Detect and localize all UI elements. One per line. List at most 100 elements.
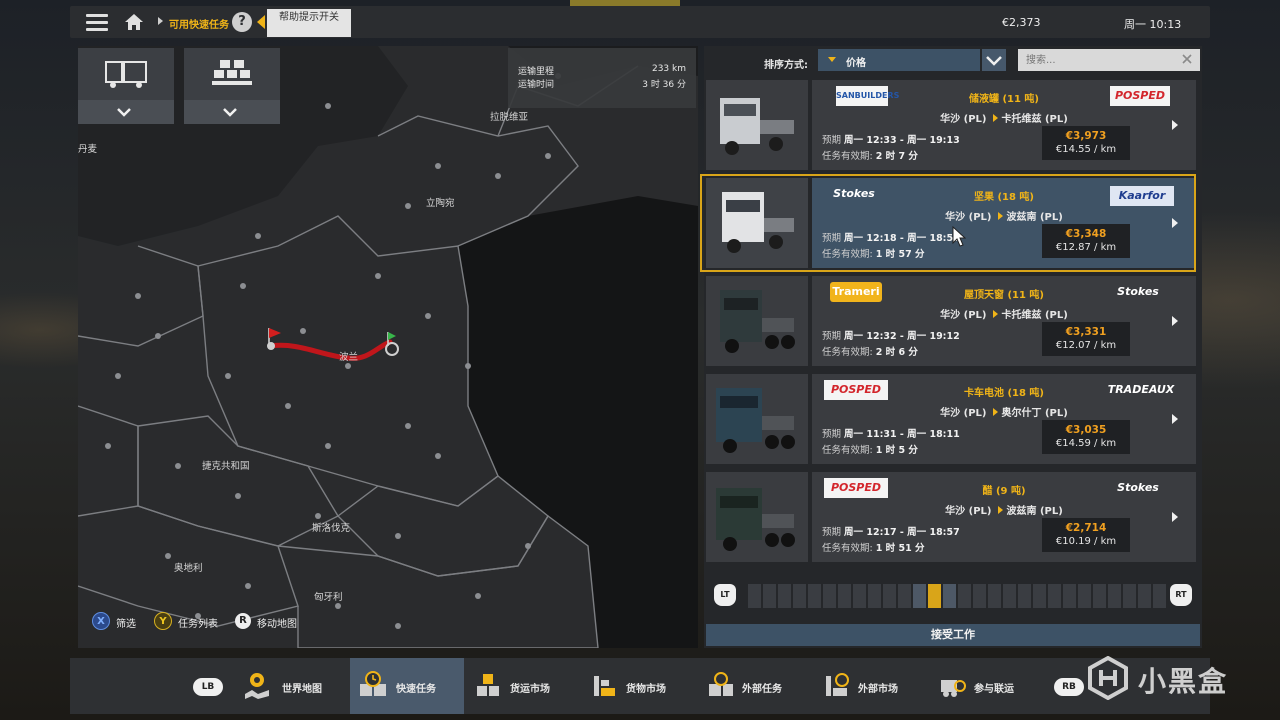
page-cell[interactable] [898, 584, 911, 608]
page-cell[interactable] [868, 584, 881, 608]
distance-label: 运输里程 [518, 67, 555, 77]
sort-dropdown-button[interactable] [982, 49, 1006, 71]
chevron-right-icon[interactable] [1172, 512, 1178, 522]
page-cell[interactable] [778, 584, 791, 608]
payment-box: €3,973 €14.55 / km [1042, 126, 1130, 160]
page-cell[interactable] [1003, 584, 1016, 608]
revenue-per-km: €14.55 / km [1055, 144, 1117, 155]
tab-external-jobs[interactable]: 外部任务 [702, 658, 812, 714]
chevron-right-icon[interactable] [1172, 218, 1178, 228]
origin-city: 华沙 (PL) [940, 310, 987, 321]
world-map[interactable]: 运输里程 233 km 运输时间 3 时 36 分 拉脱维亚 立陶宛 波兰 捷克共和… [78, 46, 698, 648]
validity-row: 任务有效期: 2 时 7 分 [822, 148, 918, 162]
page-cell[interactable] [823, 584, 836, 608]
tab-label: 货运市场 [510, 684, 550, 695]
tab-cargo-market[interactable]: 货物市场 [586, 658, 696, 714]
validity-row: 任务有效期: 1 时 5 分 [822, 442, 918, 456]
page-cell[interactable] [913, 584, 926, 608]
page-cell[interactable] [1153, 584, 1166, 608]
validity-label: 任务有效期: [822, 347, 873, 358]
page-cell[interactable] [973, 584, 986, 608]
job-item[interactable]: Trameri Stokes 屋顶天窗 (11 吨) 华沙 (PL) 卡托维兹 (… [704, 274, 1196, 368]
page-cell[interactable] [853, 584, 866, 608]
rb-button[interactable]: RB [1054, 678, 1084, 696]
page-cell[interactable] [1093, 584, 1106, 608]
revenue-per-km: €12.07 / km [1055, 340, 1117, 351]
help-icon[interactable]: ? [232, 12, 252, 32]
page-cell[interactable] [808, 584, 821, 608]
page-cell[interactable] [883, 584, 896, 608]
y-button[interactable]: Y [154, 612, 172, 630]
tab-external-market[interactable]: 外部市场 [818, 658, 928, 714]
route-info-panel: 运输里程 233 km 运输时间 3 时 36 分 [508, 48, 696, 108]
cargo-filter-dropdown[interactable] [184, 100, 280, 124]
cargo-name: 卡车电池 (18 吨) [963, 388, 1045, 399]
x-button[interactable]: X [92, 612, 110, 630]
truck-thumbnail [706, 374, 808, 464]
page-cell[interactable] [748, 584, 761, 608]
page-cell[interactable] [943, 584, 956, 608]
page-cell[interactable] [838, 584, 851, 608]
map-canvas[interactable] [78, 46, 698, 648]
route-arrow-icon [997, 506, 1003, 514]
chevron-right-icon[interactable] [1172, 316, 1178, 326]
page-cell[interactable] [793, 584, 806, 608]
sort-label: 排序方式: [764, 60, 808, 71]
validity-label: 任务有效期: [822, 249, 873, 260]
job-item-selected[interactable]: Stokes Kaarfor 坚果 (18 吨) 华沙 (PL) 波兹南 (PL)… [700, 174, 1196, 272]
page-cell[interactable] [1033, 584, 1046, 608]
r-button[interactable]: R [235, 613, 251, 629]
menu-icon[interactable] [86, 14, 108, 31]
page-cell[interactable] [763, 584, 776, 608]
chevron-down-icon [223, 108, 237, 117]
pallet-icon [212, 60, 252, 85]
route-end-marker[interactable] [385, 332, 399, 356]
tab-label: 参与联运 [974, 684, 1014, 695]
page-cell[interactable] [1138, 584, 1151, 608]
bottom-nav-bar: LB 世界地图 快速任务 货运市场 货物市场 外部任务 外部市场 参与联运 RB [70, 658, 1210, 714]
page-cell[interactable] [1018, 584, 1031, 608]
chevron-right-icon[interactable] [1172, 414, 1178, 424]
job-item[interactable]: SANBUILDERS POSPED 储液罐 (11 吨) 华沙 (PL) 卡托维… [704, 78, 1196, 172]
breadcrumb-chevron-icon [158, 17, 163, 25]
chevron-down-icon [986, 56, 1002, 66]
truck-filter-button[interactable] [78, 48, 174, 124]
job-item[interactable]: POSPED TRADEAUX 卡车电池 (18 吨) 华沙 (PL) 奥尔什丁 … [704, 372, 1196, 466]
page-cell-current[interactable] [928, 584, 941, 608]
truck-thumbnail [706, 80, 808, 170]
tab-freight-market[interactable]: 货运市场 [470, 658, 580, 714]
accept-job-button[interactable]: 接受工作 [706, 624, 1200, 646]
tab-world-map[interactable]: 世界地图 [236, 658, 346, 714]
cargo-filter-button[interactable] [184, 48, 280, 124]
chevron-right-icon[interactable] [1172, 120, 1178, 130]
validity-label: 任务有效期: [822, 445, 873, 456]
route-cities: 华沙 (PL) 奥尔什丁 (PL) [812, 404, 1196, 419]
lb-button[interactable]: LB [193, 678, 223, 696]
eta-label: 预期 [822, 527, 842, 538]
page-cell[interactable] [1123, 584, 1136, 608]
cargo-name: 屋顶天窗 (11 吨) [963, 290, 1045, 301]
sort-select[interactable]: 价格 [818, 49, 980, 71]
clear-search-icon[interactable] [1180, 52, 1194, 66]
page-cell[interactable] [1063, 584, 1076, 608]
page-cell[interactable] [1078, 584, 1091, 608]
validity-value: 2 时 7 分 [875, 151, 918, 162]
page-cell[interactable] [958, 584, 971, 608]
page-cell[interactable] [1048, 584, 1061, 608]
truck-filter-dropdown[interactable] [78, 100, 174, 124]
country-label-austria: 奥地利 [174, 563, 203, 574]
job-item[interactable]: POSPED Stokes 醋 (9 吨) 华沙 (PL) 波兹南 (PL) 预期… [704, 470, 1196, 564]
home-icon[interactable] [124, 13, 144, 31]
route-arrow-icon [992, 408, 998, 416]
search-input[interactable] [1018, 49, 1200, 71]
origin-city: 华沙 (PL) [945, 212, 992, 223]
page-cell[interactable] [988, 584, 1001, 608]
tab-quick-jobs[interactable]: 快速任务 [350, 658, 464, 714]
job-list-panel: 排序方式: 价格 SANBUILDERS POSPED 储液罐 (11 吨) 华… [700, 46, 1202, 648]
country-label-denmark: 丹麦 [78, 144, 98, 155]
rt-button[interactable]: RT [1170, 584, 1192, 606]
tab-convoy[interactable]: 参与联运 [934, 658, 1044, 714]
page-cell[interactable] [1108, 584, 1121, 608]
breadcrumb[interactable]: 可用快速任务 [169, 16, 229, 31]
lt-button[interactable]: LT [714, 584, 736, 606]
